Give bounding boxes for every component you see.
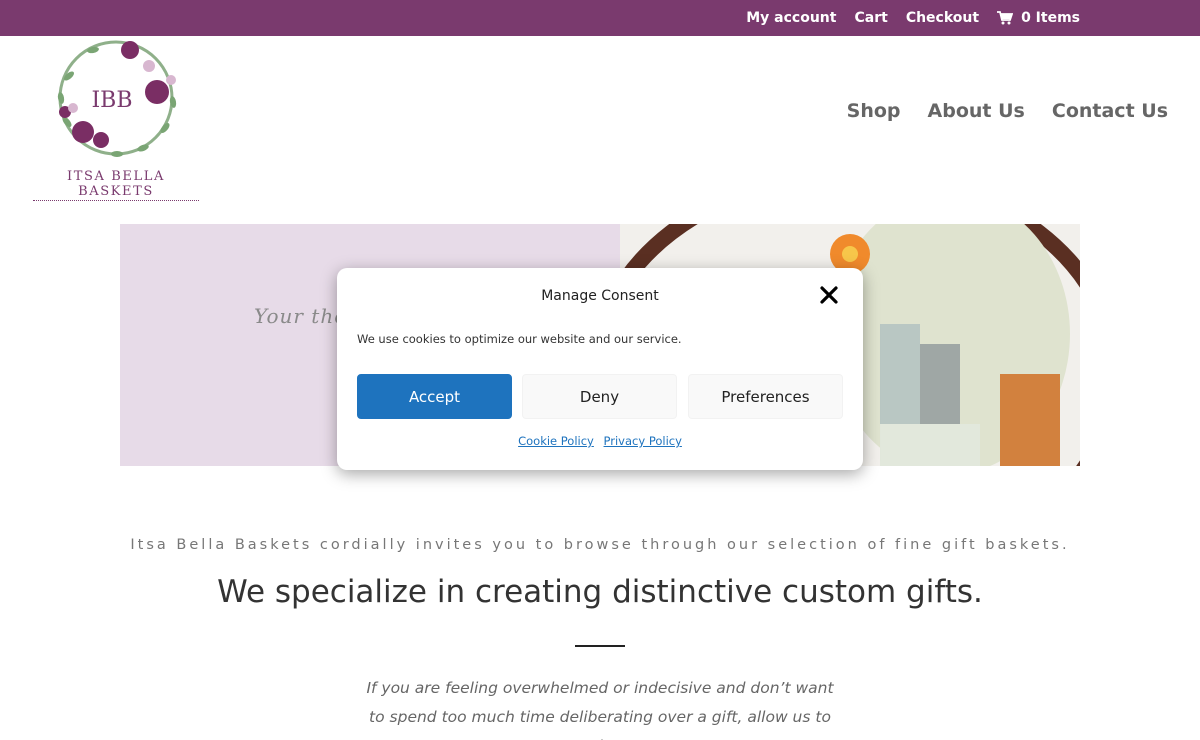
preferences-button[interactable]: Preferences (688, 374, 843, 419)
logo-name: ITSA BELLA BASKETS (33, 169, 199, 201)
accept-button[interactable]: Accept (357, 374, 512, 419)
checkout-link[interactable]: Checkout (906, 10, 979, 26)
top-bar: My account Cart Checkout 0 Items (0, 0, 1200, 36)
nav-about-us[interactable]: About Us (928, 100, 1025, 122)
shopping-cart-icon (997, 11, 1014, 25)
close-icon[interactable] (819, 285, 839, 305)
site-logo[interactable]: IBB ITSA BELLA BASKETS (33, 36, 199, 201)
nav-shop[interactable]: Shop (847, 100, 901, 122)
banner-tagline: Your tho (254, 304, 348, 328)
cart-items-count: 0 Items (1021, 10, 1080, 26)
privacy-policy-link[interactable]: Privacy Policy (604, 434, 682, 448)
top-bar-links: My account Cart Checkout 0 Items (746, 0, 1080, 36)
body-text: If you are feeling overwhelmed or indeci… (366, 679, 834, 740)
policy-links: Cookie Policy Privacy Policy (337, 434, 863, 448)
deny-button[interactable]: Deny (522, 374, 677, 419)
cart-link[interactable]: Cart (854, 10, 887, 26)
page-headline: We specialize in creating distinctive cu… (217, 574, 983, 610)
consent-message: We use cookies to optimize our website a… (357, 332, 682, 346)
section-divider (575, 645, 625, 647)
consent-title: Manage Consent (541, 288, 659, 304)
consent-modal: Manage Consent We use cookies to optimiz… (337, 268, 863, 470)
intro-text: Itsa Bella Baskets cordially invites you… (130, 537, 1070, 553)
cart-items-link[interactable]: 0 Items (997, 10, 1080, 26)
my-account-link[interactable]: My account (746, 10, 836, 26)
logo-initials: IBB (91, 88, 132, 113)
nav-contact-us[interactable]: Contact Us (1052, 100, 1168, 122)
logo-wreath: IBB (57, 40, 177, 157)
main-navigation: Shop About Us Contact Us (847, 100, 1168, 122)
cookie-policy-link[interactable]: Cookie Policy (518, 434, 594, 448)
